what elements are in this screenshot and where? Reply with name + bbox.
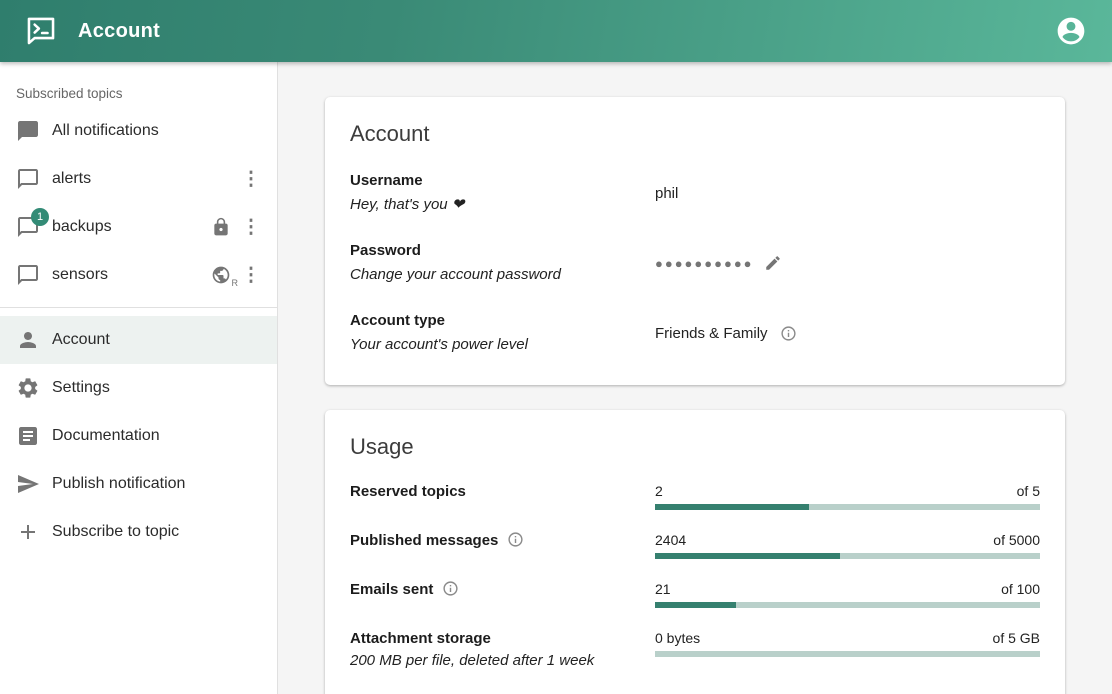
chat-outline-icon bbox=[16, 263, 40, 287]
sidebar-item-label: Settings bbox=[52, 379, 263, 397]
chat-outline-icon: 1 bbox=[16, 215, 40, 239]
usage-value: 2 bbox=[655, 482, 663, 500]
progress-fill bbox=[655, 602, 736, 608]
topic-menu-button[interactable]: ⋮ bbox=[239, 260, 263, 290]
usage-value: 2404 bbox=[655, 531, 686, 549]
username-row: Username Hey, that's you ❤ phil bbox=[350, 169, 1040, 217]
usage-limit: of 5000 bbox=[993, 531, 1040, 549]
usage-value: 21 bbox=[655, 580, 671, 598]
attachment-storage-row: Attachment storage 200 MB per file, dele… bbox=[350, 629, 1040, 673]
progress-fill bbox=[655, 504, 809, 510]
published-messages-row: Published messages 2404 of 5000 bbox=[350, 531, 1040, 559]
sidebar-item-label: backups bbox=[52, 218, 211, 236]
usage-card-title: Usage bbox=[350, 434, 1040, 460]
account-type-row: Account type Your account's power level … bbox=[350, 309, 1040, 357]
topic-menu-button[interactable]: ⋮ bbox=[239, 212, 263, 242]
unread-count-badge: 1 bbox=[31, 208, 49, 226]
lock-icon bbox=[211, 217, 231, 237]
plus-icon bbox=[16, 520, 40, 544]
progress-track bbox=[655, 504, 1040, 510]
topic-menu-button[interactable]: ⋮ bbox=[239, 164, 263, 194]
emails-sent-row: Emails sent 21 of 100 bbox=[350, 580, 1040, 608]
sidebar-item-all-notifications[interactable]: All notifications bbox=[0, 107, 277, 155]
page-title: Account bbox=[78, 20, 160, 43]
chat-filled-icon bbox=[16, 119, 40, 143]
password-sublabel: Change your account password bbox=[350, 263, 655, 287]
emails-sent-meter: 21 of 100 bbox=[655, 580, 1040, 608]
subscribed-topics-label: Subscribed topics bbox=[0, 62, 277, 107]
reserved-topics-label: Reserved topics bbox=[350, 482, 655, 502]
published-messages-meter: 2404 of 5000 bbox=[655, 531, 1040, 559]
sidebar-item-documentation[interactable]: Documentation bbox=[0, 412, 277, 460]
account-menu-button[interactable] bbox=[1054, 14, 1088, 48]
usage-row-label: Emails sent bbox=[350, 581, 433, 598]
edit-password-button[interactable] bbox=[762, 252, 784, 274]
sidebar-item-label: All notifications bbox=[52, 122, 263, 140]
person-icon bbox=[16, 328, 40, 352]
usage-row-label: Published messages bbox=[350, 532, 498, 549]
chat-outline-icon bbox=[16, 167, 40, 191]
sidebar-item-label: Publish notification bbox=[52, 475, 263, 493]
reserved-topics-meter: 2 of 5 bbox=[655, 482, 1040, 510]
attachment-storage-meter: 0 bytes of 5 GB bbox=[655, 629, 1040, 657]
username-value: phil bbox=[655, 185, 1040, 202]
attachment-storage-sublabel: 200 MB per file, deleted after 1 week bbox=[350, 649, 655, 673]
account-circle-icon bbox=[1055, 15, 1087, 47]
sidebar-item-alerts[interactable]: alerts ⋮ bbox=[0, 155, 277, 203]
usage-limit: of 5 bbox=[1017, 482, 1040, 500]
reserved-topics-row: Reserved topics 2 of 5 bbox=[350, 482, 1040, 510]
published-messages-label: Published messages bbox=[350, 531, 655, 551]
account-type-sublabel: Your account's power level bbox=[350, 333, 655, 357]
username-sublabel: Hey, that's you ❤ bbox=[350, 193, 655, 217]
reserved-marker-label: R bbox=[232, 278, 239, 288]
usage-limit: of 5 GB bbox=[993, 629, 1040, 647]
usage-value: 0 bytes bbox=[655, 629, 700, 647]
account-card: Account Username Hey, that's you ❤ phil … bbox=[325, 97, 1065, 385]
reserved-globe-icon: R bbox=[211, 265, 231, 285]
usage-card: Usage Reserved topics 2 of 5 Published m… bbox=[325, 410, 1065, 694]
pencil-icon bbox=[764, 254, 782, 272]
account-type-label: Account type bbox=[350, 309, 655, 333]
sidebar-item-account[interactable]: Account bbox=[0, 316, 277, 364]
sidebar-item-label: Subscribe to topic bbox=[52, 523, 263, 541]
sidebar-divider bbox=[0, 307, 277, 308]
sidebar-item-label: Documentation bbox=[52, 427, 263, 445]
sidebar-item-label: alerts bbox=[52, 170, 239, 188]
sidebar-item-backups[interactable]: 1 backups ⋮ bbox=[0, 203, 277, 251]
sidebar: Subscribed topics All notifications aler… bbox=[0, 62, 278, 694]
attachment-storage-label: Attachment storage bbox=[350, 629, 655, 649]
gear-icon bbox=[16, 376, 40, 400]
password-row: Password Change your account password ●●… bbox=[350, 239, 1040, 287]
password-masked-value: ●●●●●●●●●● bbox=[655, 256, 754, 271]
send-icon bbox=[16, 472, 40, 496]
sidebar-item-sensors[interactable]: sensors R ⋮ bbox=[0, 251, 277, 299]
info-icon[interactable] bbox=[442, 580, 459, 597]
usage-limit: of 100 bbox=[1001, 580, 1040, 598]
progress-fill bbox=[655, 553, 840, 559]
info-icon[interactable] bbox=[780, 325, 797, 342]
progress-track bbox=[655, 602, 1040, 608]
sidebar-item-label: sensors bbox=[52, 266, 211, 284]
account-type-value: Friends & Family bbox=[655, 325, 768, 342]
emails-sent-label: Emails sent bbox=[350, 580, 655, 600]
progress-track bbox=[655, 553, 1040, 559]
info-icon[interactable] bbox=[507, 531, 524, 548]
main-content: Account Username Hey, that's you ❤ phil … bbox=[278, 62, 1112, 694]
username-label: Username bbox=[350, 169, 655, 193]
app-header: Account bbox=[0, 0, 1112, 62]
sidebar-item-subscribe-to-topic[interactable]: Subscribe to topic bbox=[0, 508, 277, 556]
account-card-title: Account bbox=[350, 121, 1040, 147]
sidebar-item-settings[interactable]: Settings bbox=[0, 364, 277, 412]
ntfy-logo-icon bbox=[24, 14, 58, 48]
progress-track bbox=[655, 651, 1040, 657]
password-label: Password bbox=[350, 239, 655, 263]
article-icon bbox=[16, 424, 40, 448]
sidebar-item-publish-notification[interactable]: Publish notification bbox=[0, 460, 277, 508]
sidebar-item-label: Account bbox=[52, 331, 263, 349]
